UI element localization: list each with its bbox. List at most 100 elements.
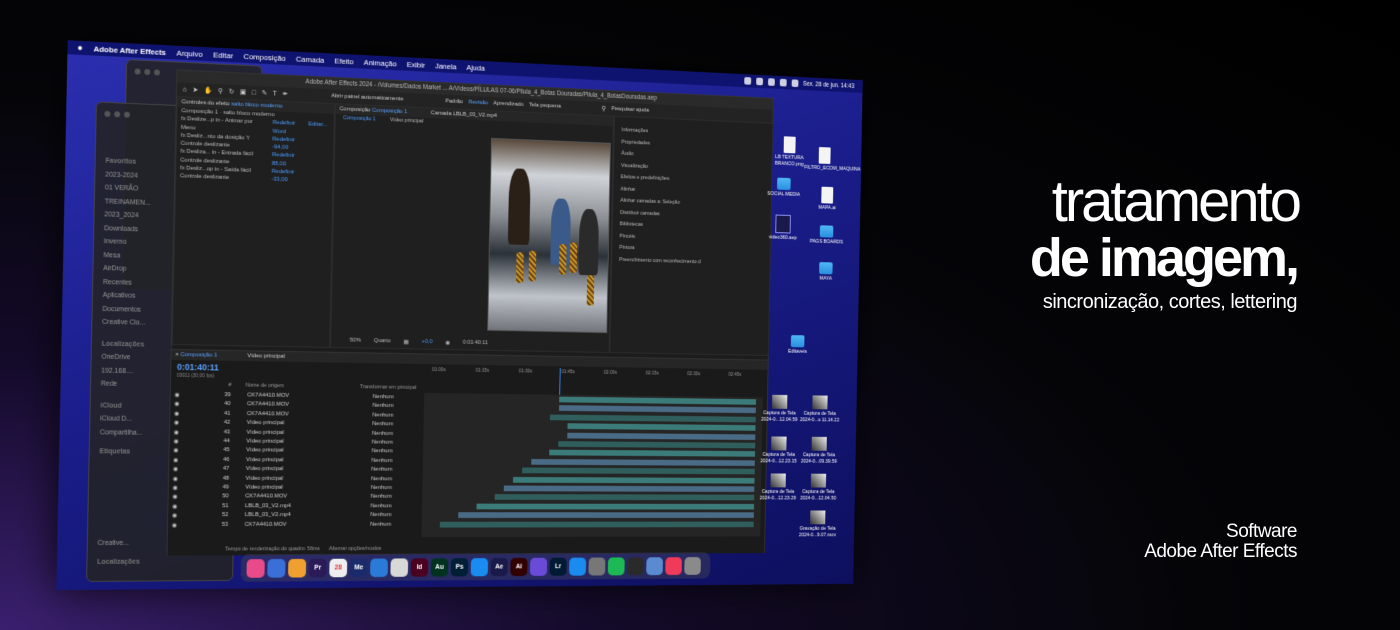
desktop-icon[interactable]: FILTRO_ECOM_MAQUINA.xmp	[804, 146, 863, 173]
layer-row[interactable]: ◉ 48 Vídeo principal Nenhum	[169, 475, 418, 484]
menu-animacao[interactable]: Animação	[364, 58, 397, 68]
layer-bar[interactable]	[549, 449, 756, 458]
layer-row[interactable]: ◉ 42 Vídeo principal Nenhum	[170, 419, 419, 429]
desktop-icon[interactable]: PAGS BOARDS	[806, 225, 846, 246]
status-icon[interactable]	[755, 77, 763, 86]
desktop-icon[interactable]: Captura de Tela 2024-0...12.04.50	[798, 473, 839, 502]
rotate-tool-icon[interactable]: ↻	[229, 88, 235, 96]
visibility-eye-icon[interactable]: ◉	[172, 503, 177, 510]
desktop-icon[interactable]: SOCIAL MEDIA	[763, 177, 804, 198]
layer-row[interactable]: ◉ 46 Vídeo principal Nenhum	[169, 457, 418, 466]
layer-row[interactable]: ◉ 52 LBLB_03_V2.mp4 Nenhum	[168, 512, 417, 520]
layer-name[interactable]: Vídeo principal	[247, 420, 285, 426]
resolution-select[interactable]: Quarto	[374, 338, 391, 344]
layer-row[interactable]: ◉ 47 Vídeo principal Nenhum	[169, 466, 418, 475]
layer-name[interactable]: CK7A4410.MOV	[247, 411, 289, 417]
exposure-value[interactable]: +0,0	[422, 339, 433, 345]
timeline-tab-2[interactable]: Vídeo principal	[247, 353, 285, 360]
sidebar-item[interactable]: Creative...	[97, 536, 143, 550]
wifi-icon[interactable]	[791, 79, 799, 88]
menu-clock[interactable]: Sex. 28 de jun. 14:43	[803, 80, 854, 89]
dock-app-icon[interactable]	[646, 556, 664, 575]
menu-efeito[interactable]: Efeito	[334, 56, 353, 66]
dock-app-icon[interactable]: Pr	[308, 558, 327, 577]
layer-row[interactable]: ◉ 43 Vídeo principal Nenhum	[170, 429, 419, 439]
footage-tab[interactable]: Camada LBLB_03_V2.mp4	[431, 110, 497, 119]
layer-parent[interactable]: Nenhum	[371, 503, 392, 509]
layer-parent[interactable]: Nenhum	[371, 485, 392, 491]
composition-panel[interactable]: Composição Composição 1 Camada LBLB_03_V…	[330, 103, 615, 353]
visibility-eye-icon[interactable]: ◉	[174, 410, 179, 417]
desktop-icon[interactable]: Captura de Tela 2024-0...12.23.15	[758, 436, 799, 464]
layer-name[interactable]: Vídeo principal	[246, 457, 284, 463]
hand-tool-icon[interactable]: ✋	[204, 86, 213, 94]
desktop-icon[interactable]: video360.aep	[762, 214, 803, 242]
menu-exibir[interactable]: Exibir	[407, 60, 425, 70]
layer-bar[interactable]	[458, 512, 754, 519]
close-dot[interactable]	[134, 68, 141, 75]
toggle-switches[interactable]: Alternar opções/modos	[329, 546, 382, 552]
shape-tool-icon[interactable]: □	[252, 89, 256, 96]
visibility-eye-icon[interactable]: ◉	[174, 438, 179, 445]
status-icon[interactable]	[743, 76, 751, 85]
right-panels[interactable]: Informações Propriedades Áudio Visualização…	[609, 115, 774, 356]
visibility-eye-icon[interactable]: ◉	[174, 392, 179, 399]
layer-name[interactable]: LBLB_03_V2.mp4	[245, 503, 291, 509]
layer-bar[interactable]	[558, 405, 756, 414]
dock-app-icon[interactable]: 28	[329, 558, 348, 577]
layer-bar[interactable]	[503, 485, 755, 492]
sidebar-item[interactable]: Rede	[101, 378, 147, 392]
layer-bar[interactable]	[512, 476, 755, 484]
sidebar-item[interactable]: Documentos	[102, 302, 148, 316]
status-icon[interactable]	[779, 78, 787, 87]
visibility-eye-icon[interactable]: ◉	[172, 494, 177, 501]
search-help[interactable]: Pesquisar ajuda	[611, 106, 649, 113]
layer-name[interactable]: Vídeo principal	[246, 429, 284, 435]
visibility-eye-icon[interactable]: ◉	[172, 512, 177, 519]
desktop-icon[interactable]: Captura de Tela 2024-0...s 11.14.22	[799, 395, 840, 423]
layer-parent[interactable]: Nenhum	[371, 467, 392, 473]
dock-app-icon[interactable]: Ps	[450, 557, 469, 576]
dock-app-icon[interactable]: Id	[410, 557, 429, 577]
layer-parent[interactable]: Nenhum	[372, 431, 393, 437]
layer-parent[interactable]: Nenhum	[372, 412, 393, 418]
layer-bar[interactable]	[522, 467, 755, 475]
dock-app-icon[interactable]: Lr	[549, 557, 567, 576]
effects-layer-name[interactable]: salto bloco moderno	[231, 101, 282, 109]
layer-name[interactable]: LBLB_03_V2.mp4	[245, 512, 291, 518]
layer-name[interactable]: CK7A4410.MOV	[245, 494, 287, 500]
dock-app-icon[interactable]	[529, 557, 548, 576]
layer-name[interactable]: CK7A4410.MOV	[247, 402, 289, 408]
timeline-panel[interactable]: × Composição 1 Vídeo principal 0:01:40:1…	[167, 348, 768, 556]
dock-app-icon[interactable]	[607, 556, 625, 575]
minimize-dot[interactable]	[144, 68, 151, 76]
layer-name[interactable]: Vídeo principal	[246, 439, 284, 445]
close-dot[interactable]	[104, 110, 111, 118]
menu-camada[interactable]: Camada	[296, 54, 325, 64]
visibility-eye-icon[interactable]: ◉	[174, 401, 179, 408]
layer-name[interactable]: Vídeo principal	[246, 448, 284, 454]
app-name[interactable]: Adobe After Effects	[93, 44, 166, 57]
comp-tab[interactable]: Composição	[340, 106, 371, 113]
dock-app-icon[interactable]: Ai	[510, 557, 528, 576]
workspace-padrao[interactable]: Padrão	[445, 99, 463, 106]
dock-app-icon[interactable]	[569, 557, 587, 576]
after-effects-window[interactable]: Adobe After Effects 2024 - /Volumes/Dado…	[166, 69, 774, 556]
layer-row[interactable]: ◉ 49 Vídeo principal Nenhum	[169, 484, 418, 492]
apple-icon[interactable]: ●	[77, 43, 83, 53]
dock-app-icon[interactable]	[470, 557, 489, 576]
minimize-dot[interactable]	[114, 111, 121, 118]
layer-row[interactable]: ◉ 53 CK7A4410.MOV Nenhum	[168, 521, 417, 529]
layer-bar[interactable]	[567, 432, 756, 440]
dock-app-icon[interactable]	[246, 558, 265, 578]
sidebar-item[interactable]: iCloud D...	[100, 412, 146, 426]
dock-app-icon[interactable]	[627, 556, 644, 575]
workspace-aprendizado[interactable]: Aprendizado	[493, 101, 523, 108]
zoom-dot[interactable]	[154, 69, 160, 76]
zoom-dot[interactable]	[123, 111, 130, 118]
zoom-tool-icon[interactable]: ⚲	[218, 87, 223, 95]
composition-viewer[interactable]	[487, 137, 611, 334]
layer-name[interactable]: Vídeo principal	[246, 475, 284, 481]
layer-parent[interactable]: Nenhum	[372, 440, 393, 446]
layer-row[interactable]: ◉ 50 CK7A4410.MOV Nenhum	[169, 494, 418, 502]
